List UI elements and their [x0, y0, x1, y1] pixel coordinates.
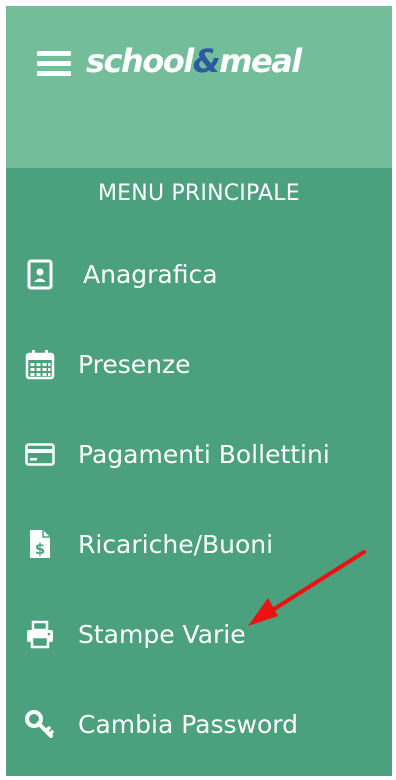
menu-item-label: Anagrafica — [83, 260, 218, 289]
logo-school-text: school — [86, 42, 194, 80]
hamburger-menu-icon[interactable] — [37, 50, 71, 78]
svg-text:$: $ — [35, 540, 45, 558]
menu-title: MENU PRINCIPALE — [98, 181, 300, 206]
menu-item-presenze[interactable]: Presenze — [6, 336, 392, 392]
menu-item-label: Stampe Varie — [78, 620, 246, 649]
menu-item-label: Cambia Password — [78, 710, 298, 739]
logo-ampersand: & — [192, 42, 221, 80]
app-logo[interactable]: school&meal — [86, 42, 302, 80]
logo-meal-text: meal — [219, 42, 302, 80]
id-card-icon — [27, 259, 53, 290]
key-icon — [25, 710, 54, 738]
credit-card-icon — [25, 443, 55, 466]
calendar-icon — [25, 350, 55, 380]
menu-item-anagrafica[interactable]: Anagrafica — [6, 246, 392, 302]
menu-item-label: Pagamenti Bollettini — [78, 440, 330, 469]
menu-item-label: Presenze — [78, 350, 191, 379]
menu-item-pagamenti-bollettini[interactable]: Pagamenti Bollettini — [6, 426, 392, 482]
printer-icon — [27, 620, 53, 649]
sidebar-header: school&meal — [6, 6, 392, 168]
sidebar: school&meal MENU PRINCIPALE Anagrafica P… — [6, 6, 392, 776]
annotation-arrow — [248, 550, 366, 626]
money-document-icon: $ — [30, 530, 50, 558]
menu-item-cambia-password[interactable]: Cambia Password — [6, 696, 392, 752]
